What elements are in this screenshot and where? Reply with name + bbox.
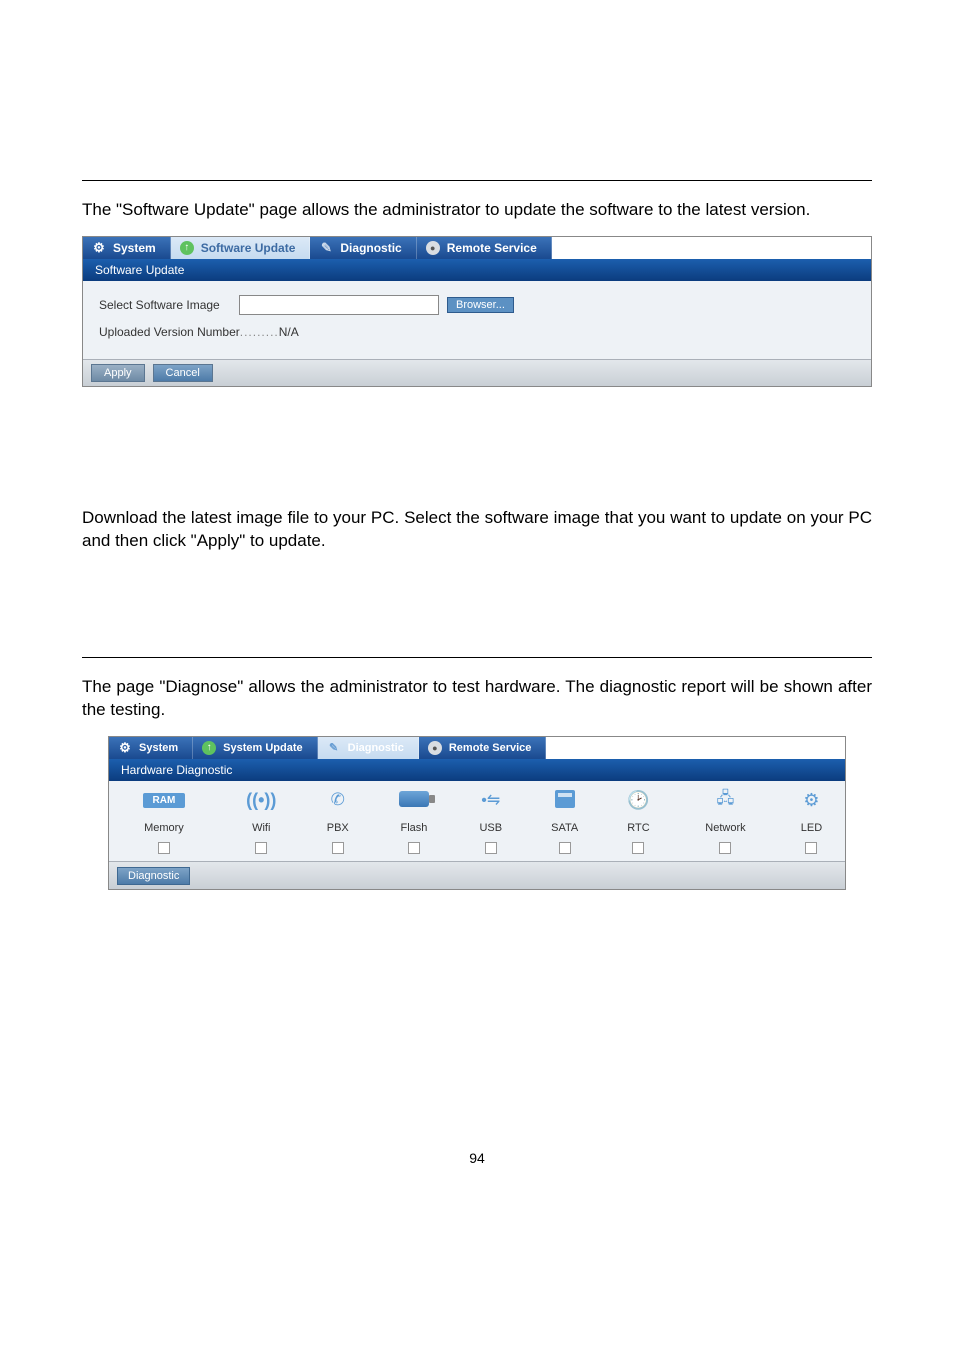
uploaded-version-dots: ......... (240, 325, 279, 339)
software-image-input[interactable] (239, 295, 439, 315)
diagnostic-icon: ✎ (318, 240, 334, 256)
tab-diagnostic-label: Diagnostic (340, 241, 401, 255)
uploaded-version-label: Uploaded Version Number (99, 325, 240, 339)
col-rtc: RTC (604, 818, 673, 838)
browser-button[interactable]: Browser... (447, 297, 514, 313)
diag-tab-diagnostic[interactable]: ✎ Diagnostic (318, 737, 419, 759)
rtc-icon: 🕑 (627, 790, 649, 810)
software-update-body: Select Software Image Browser... Uploade… (83, 281, 871, 359)
diagnostic-table: RAM ((•)) ✆ •⇋ 🕑 🖧 ⚙ Memory Wifi PBX Fla… (109, 781, 845, 861)
select-software-label: Select Software Image (99, 298, 239, 312)
diag-tab-system-label: System (139, 742, 178, 754)
col-sata: SATA (526, 818, 604, 838)
check-wifi[interactable] (255, 842, 267, 854)
up-arrow-icon: ↑ (179, 240, 195, 256)
apply-button[interactable]: Apply (91, 364, 145, 382)
tab-software-update-label: Software Update (201, 241, 296, 255)
col-flash: Flash (372, 818, 456, 838)
tab-remote-service[interactable]: ● Remote Service (417, 237, 552, 259)
check-sata[interactable] (559, 842, 571, 854)
sw-update-instruction: Download the latest image file to your P… (82, 507, 872, 553)
diagnose-intro: The page "Diagnose" allows the administr… (82, 676, 872, 722)
check-usb[interactable] (485, 842, 497, 854)
tab-remote-label: Remote Service (447, 241, 537, 255)
uploaded-version-value: N/A (279, 325, 299, 339)
check-flash[interactable] (408, 842, 420, 854)
col-wifi: Wifi (219, 818, 304, 838)
remote-service-icon: ● (425, 240, 441, 256)
tab-system[interactable]: ⚙ System (83, 237, 171, 259)
check-memory[interactable] (158, 842, 170, 854)
flash-icon (399, 791, 429, 807)
check-network[interactable] (719, 842, 731, 854)
diagnostic-button[interactable]: Diagnostic (117, 867, 190, 885)
usb-icon: •⇋ (481, 792, 500, 809)
memory-icon: RAM (143, 793, 186, 808)
gear-icon: ⚙ (117, 740, 133, 756)
gear-icon: ⚙ (91, 240, 107, 256)
diag-action-bar: Diagnostic (109, 861, 845, 889)
tab-row: ⚙ System ↑ Software Update ✎ Diagnostic … (83, 237, 871, 259)
col-pbx: PBX (304, 818, 372, 838)
cancel-button[interactable]: Cancel (153, 364, 213, 382)
action-bar: Apply Cancel (83, 359, 871, 386)
pbx-icon: ✆ (331, 790, 345, 809)
diagnostic-screenshot: ⚙ System ↑ System Update ✎ Diagnostic ● … (108, 736, 846, 890)
check-rtc[interactable] (632, 842, 644, 854)
col-network: Network (673, 818, 778, 838)
software-update-screenshot: ⚙ System ↑ Software Update ✎ Diagnostic … (82, 236, 872, 387)
diag-tab-diagnostic-label: Diagnostic (348, 742, 404, 754)
diag-panel-title: Hardware Diagnostic (109, 759, 845, 781)
diag-tab-row: ⚙ System ↑ System Update ✎ Diagnostic ● … (109, 737, 845, 759)
diag-tab-system[interactable]: ⚙ System (109, 737, 193, 759)
panel-title: Software Update (83, 259, 871, 281)
sata-icon (555, 790, 575, 808)
tab-system-label: System (113, 241, 156, 255)
wifi-icon: ((•)) (246, 790, 276, 810)
check-led[interactable] (805, 842, 817, 854)
diag-tab-remote-label: Remote Service (449, 742, 532, 754)
remote-service-icon: ● (427, 740, 443, 756)
diag-tab-system-update[interactable]: ↑ System Update (193, 737, 317, 759)
diagnostic-icon: ✎ (326, 740, 342, 756)
check-pbx[interactable] (332, 842, 344, 854)
col-usb: USB (456, 818, 525, 838)
page-number: 94 (82, 1150, 872, 1166)
network-icon: 🖧 (717, 790, 735, 807)
col-memory: Memory (109, 818, 219, 838)
led-icon: ⚙ (803, 790, 819, 810)
diag-tab-system-update-label: System Update (223, 742, 302, 754)
tab-diagnostic[interactable]: ✎ Diagnostic (310, 237, 416, 259)
sw-update-intro: The "Software Update" page allows the ad… (82, 199, 872, 222)
diag-tab-remote[interactable]: ● Remote Service (419, 737, 547, 759)
up-arrow-icon: ↑ (201, 740, 217, 756)
tab-software-update[interactable]: ↑ Software Update (171, 237, 311, 259)
col-led: LED (778, 818, 845, 838)
